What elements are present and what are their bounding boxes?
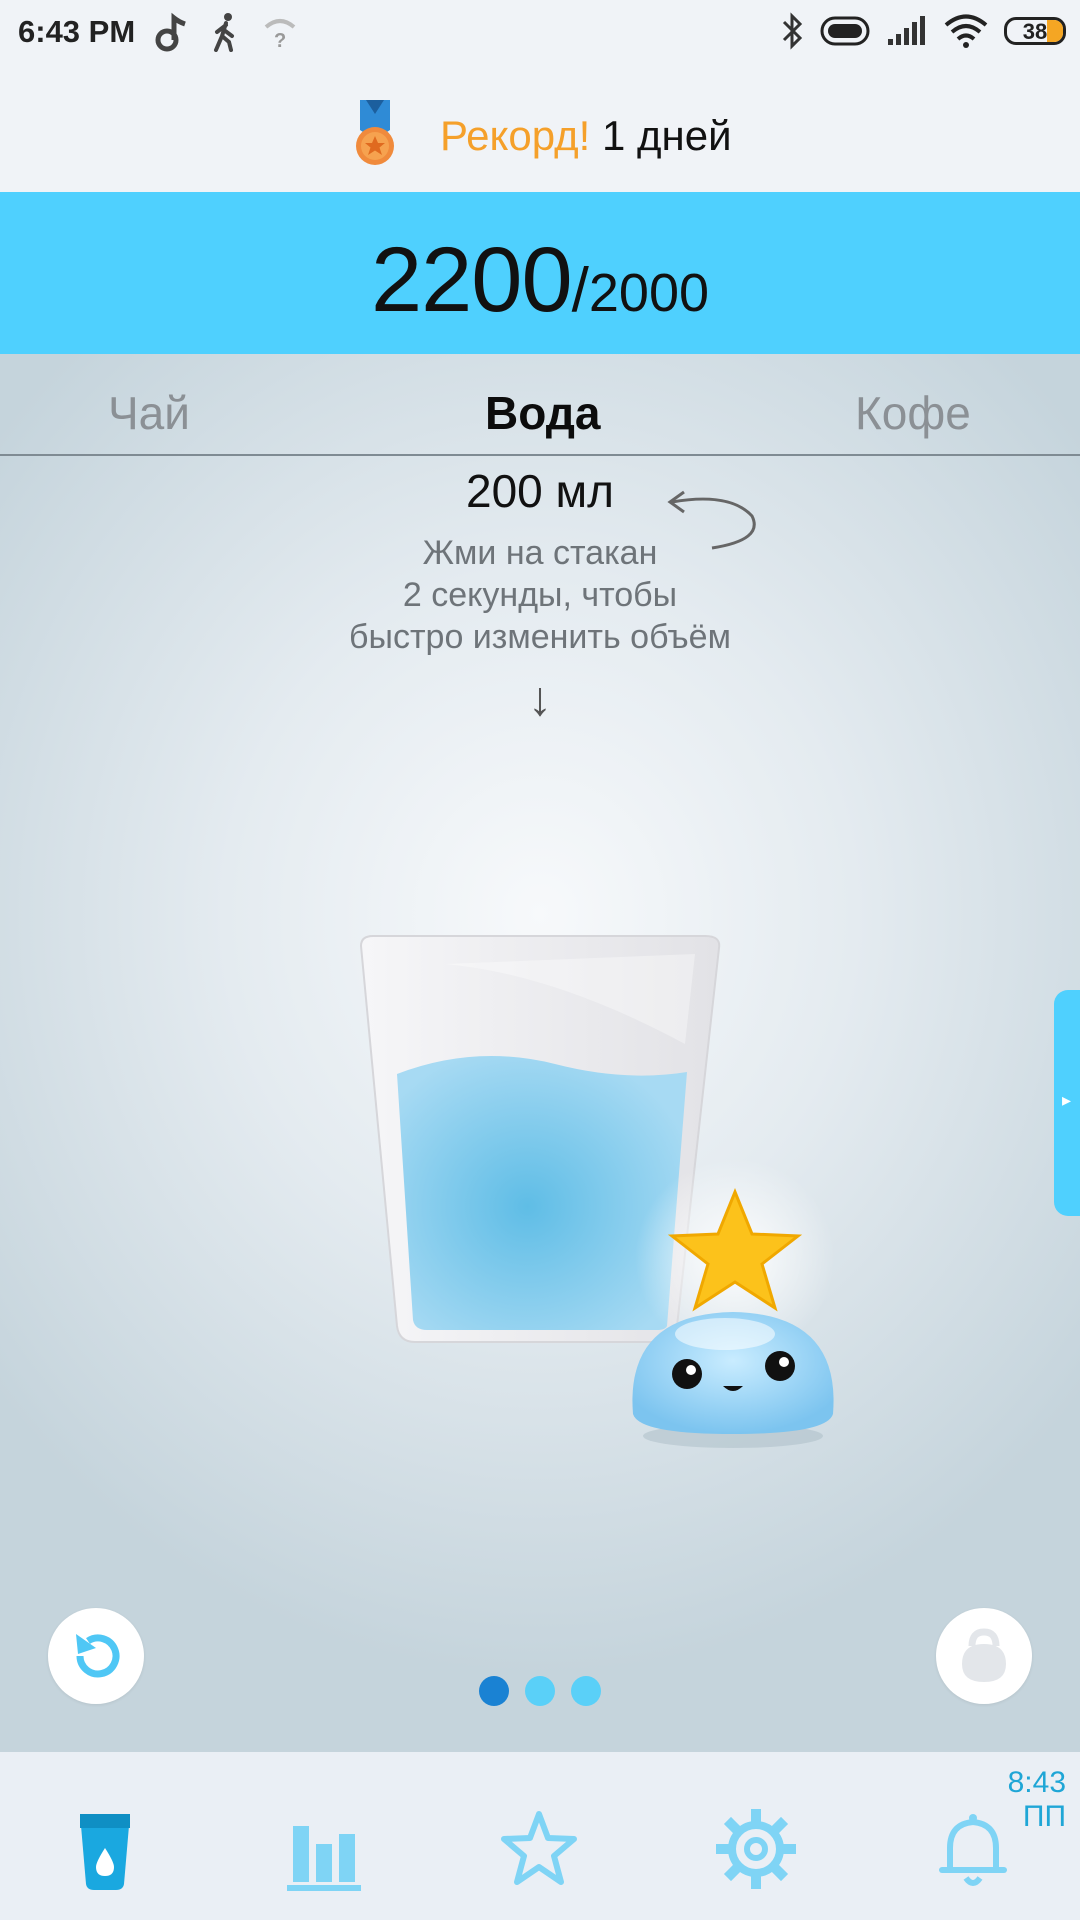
drink-icon [80,1814,130,1890]
wifi-question-icon: ? [264,19,296,49]
walking-icon [214,13,234,52]
gear-icon [716,1809,796,1889]
battery-level: 38 [1022,19,1048,44]
page-indicator [0,1676,1080,1706]
nav-stats[interactable] [279,1804,369,1894]
status-time: 6:43 PM [18,14,136,49]
medal-icon [356,100,394,165]
page-dot-1[interactable] [479,1676,509,1706]
side-drawer-handle[interactable]: ▸ [1054,990,1080,1216]
wifi-icon [944,14,988,48]
water-glass[interactable] [355,934,855,1459]
signal-icon [888,16,925,45]
tab-tea[interactable]: Чай [108,386,190,440]
stats-icon [287,1826,361,1891]
reminder-clock: 8:43 ПП [1008,1766,1066,1834]
nav-drink[interactable] [60,1804,150,1894]
star-outline-icon [501,1811,577,1885]
toggle-icon [820,16,870,46]
tab-coffee[interactable]: Кофе [855,386,971,440]
down-arrow: ↓ [528,673,552,726]
intake-current: 2200 [370,229,573,331]
status-bar: 6:43 PM ? 38 [0,0,1080,72]
svg-text:?: ? [274,30,286,49]
hint-line-2: 2 секунды, чтобы [402,576,678,614]
nav-settings[interactable] [711,1804,801,1894]
intake-separator: / [571,256,589,325]
hint-text: Жми на стакан 2 секунды, чтобы быстро из… [0,532,1080,658]
bluetooth-icon [782,12,803,50]
page-dot-3[interactable] [571,1676,601,1706]
reminder-time: 8:43 [1007,1766,1066,1799]
glass-volume[interactable]: 200 мл [0,464,1080,518]
nav-reminders[interactable] [928,1804,1018,1894]
record-label: Рекорд! [440,112,591,159]
intake-progress: 2200/2000 [0,192,1080,354]
nav-achievements[interactable] [494,1804,584,1894]
battery-icon: 38 [1004,17,1066,45]
bottom-navigation: 8:43 ПП [0,1752,1080,1920]
hint-line-3: быстро изменить объём [349,618,731,656]
music-note-icon [155,12,186,52]
hint-line-1: Жми на стакан [422,534,658,572]
record-value: 1 дней [601,112,732,159]
record-header: Рекорд! 1 дней [0,72,1080,192]
bell-icon [939,1814,1007,1886]
tab-water[interactable]: Вода [485,386,601,440]
reminder-suffix: ПП [1022,1800,1066,1833]
drink-area: Чай Вода Кофе 200 мл Жми на стакан 2 сек… [0,354,1080,1752]
drink-tabs: Чай Вода Кофе [0,354,1080,456]
page-dot-2[interactable] [525,1676,555,1706]
intake-goal: 2000 [588,263,710,323]
